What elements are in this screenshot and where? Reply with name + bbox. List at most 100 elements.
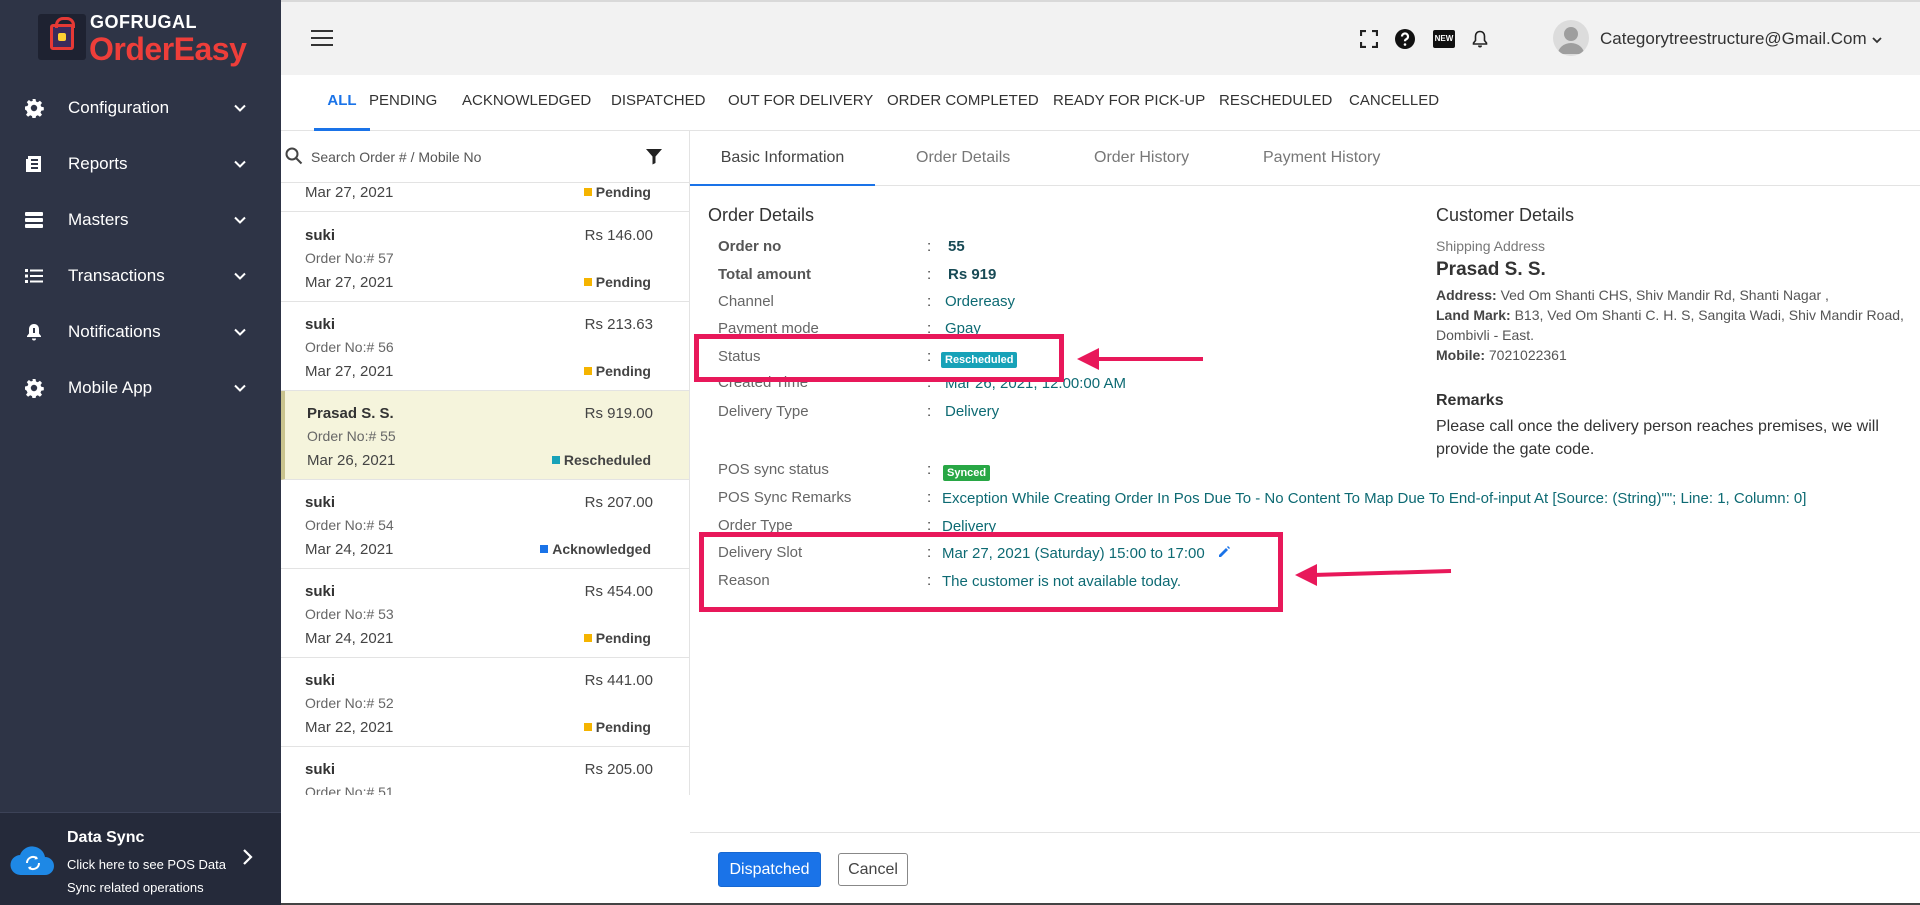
tab-payment-history[interactable]: Payment History [1263,131,1380,186]
tab-acknowledged[interactable]: ACKNOWLEDGED [462,75,591,131]
order-amount: Rs 919.00 [584,405,653,422]
tab-order-history[interactable]: Order History [1094,131,1189,186]
status-badge: Pending [583,363,651,379]
detail-tabs: Basic Information Order Details Order Hi… [690,131,1920,186]
order-status-tabs: ALL PENDING ACKNOWLEDGED DISPATCHED OUT … [281,75,1920,131]
dispatched-button[interactable]: Dispatched [718,852,821,887]
user-email[interactable]: Categorytreestructure@Gmail.Com [1600,29,1867,49]
list-item[interactable]: suki Rs 205.00 Order No:# 51 [281,747,689,795]
list-item[interactable]: suki Rs 207.00 Order No:# 54 Mar 24, 202… [281,480,689,569]
status-badge: Pending [583,274,651,290]
customer-details-title: Customer Details [1436,205,1575,225]
sidebar-item-notifications[interactable]: Notifications [0,304,281,360]
order-amount: Rs 441.00 [584,672,653,689]
logo-brand: GOFRUGAL [90,12,197,32]
list-item[interactable]: Mar 27, 2021 Pending [281,183,689,212]
search-icon [285,147,303,165]
order-date: Mar 27, 2021 [305,363,394,380]
chevron-down-icon [234,384,246,392]
list-item[interactable]: suki Rs 213.63 Order No:# 56 Mar 27, 202… [281,302,689,391]
order-number: Order No:# 53 [305,606,394,622]
hamburger-menu-icon[interactable] [311,30,333,46]
tab-rescheduled[interactable]: RESCHEDULED [1219,75,1332,131]
total-amount-value: Rs 919 [948,266,997,283]
masters-icon [22,208,46,232]
list-item[interactable]: suki Rs 454.00 Order No:# 53 Mar 24, 202… [281,569,689,658]
data-sync-panel[interactable]: Data Sync Click here to see POS Data Syn… [0,812,281,905]
list-item[interactable]: suki Rs 441.00 Order No:# 52 Mar 22, 202… [281,658,689,747]
order-no-label: Order no [718,238,782,255]
tab-dispatched[interactable]: DISPATCHED [611,75,705,131]
highlight-box-delivery-slot [699,532,1283,612]
chevron-down-icon[interactable] [1871,35,1883,45]
sidebar-item-configuration[interactable]: Configuration [0,80,281,136]
sidebar-item-reports[interactable]: Reports [0,136,281,192]
order-amount: Rs 454.00 [584,583,653,600]
customer-name: suki [305,494,336,511]
list-icon [22,264,46,288]
total-amount-label: Total amount [718,266,812,283]
app-root: GOFRUGAL OrderEasy Configuration Reports [0,0,1920,905]
status-badge: Pending [583,184,651,200]
app-logo[interactable]: GOFRUGAL OrderEasy [38,12,248,67]
customer-address: Address: Ved Om Shanti CHS, Shiv Mandir … [1436,287,1904,363]
order-amount: Rs 146.00 [584,227,653,244]
tab-order-completed[interactable]: ORDER COMPLETED [887,75,1039,131]
sidebar-item-label: Transactions [68,266,165,285]
tab-basic-information[interactable]: Basic Information [690,131,875,186]
sidebar-item-label: Configuration [68,98,170,117]
tab-cancelled[interactable]: CANCELLED [1349,75,1439,131]
customer-name: Prasad S. S. [1436,259,1546,280]
order-date: Mar 26, 2021 [307,452,396,469]
sidebar-item-label: Mobile App [68,378,153,397]
order-date: Mar 22, 2021 [305,719,394,736]
sidebar-item-masters[interactable]: Masters [0,192,281,248]
tab-out-for-delivery[interactable]: OUT FOR DELIVERY [728,75,873,131]
sidebar-menu: Configuration Reports Masters Transactio… [0,80,281,416]
tab-pending[interactable]: PENDING [369,75,437,131]
order-details-title: Order Details [708,205,815,225]
fullscreen-icon[interactable] [1358,28,1380,50]
order-number: Order No:# 55 [307,428,396,444]
order-list: Mar 27, 2021 Pending suki Rs 146.00 Orde… [281,183,690,795]
list-item-selected[interactable]: Prasad S. S. Rs 919.00 Order No:# 55 Mar… [281,391,689,480]
sidebar-item-label: Reports [68,154,128,173]
divider [690,832,1920,833]
customer-name: suki [305,583,336,600]
order-amount: Rs 207.00 [584,494,653,511]
search-input[interactable] [311,143,611,171]
notification-bell-icon[interactable] [1469,28,1491,50]
customer-name: suki [305,672,336,689]
order-number: Order No:# 56 [305,339,394,355]
filter-icon[interactable] [645,147,663,165]
logo-product: OrderEasy [89,31,247,67]
status-badge: Rescheduled [551,452,651,468]
tab-all[interactable]: ALL [314,75,370,131]
sidebar-item-label: Notifications [68,322,161,341]
order-amount: Rs 205.00 [584,761,653,778]
customer-name: suki [305,227,336,244]
gear-icon [22,96,46,120]
chevron-right-icon[interactable] [242,848,254,866]
new-features-icon[interactable]: NEW [1432,28,1456,50]
sidebar-item-mobile-app[interactable]: Mobile App [0,360,281,416]
chevron-down-icon [234,160,246,168]
order-no-value: 55 [948,238,965,255]
remarks-text: Please call once the delivery person rea… [1436,418,1879,458]
tab-ready-for-pickup[interactable]: READY FOR PICK-UP [1053,75,1205,131]
help-icon[interactable] [1394,28,1416,50]
data-sync-title: Data Sync [67,829,145,846]
order-number: Order No:# 51 [305,784,394,795]
tab-order-details[interactable]: Order Details [916,131,1010,186]
list-item[interactable]: suki Rs 146.00 Order No:# 57 Mar 27, 202… [281,213,689,302]
sidebar: GOFRUGAL OrderEasy Configuration Reports [0,0,281,905]
sidebar-item-transactions[interactable]: Transactions [0,248,281,304]
avatar[interactable] [1553,20,1589,56]
gear-icon [22,376,46,400]
annotation-arrow [1295,564,1452,586]
chevron-down-icon [234,328,246,336]
cancel-button[interactable]: Cancel [838,853,908,886]
delivery-type-value: Delivery [945,403,1000,420]
data-sync-description: Click here to see POS Data Sync related … [67,857,226,895]
order-number: Order No:# 57 [305,250,394,266]
